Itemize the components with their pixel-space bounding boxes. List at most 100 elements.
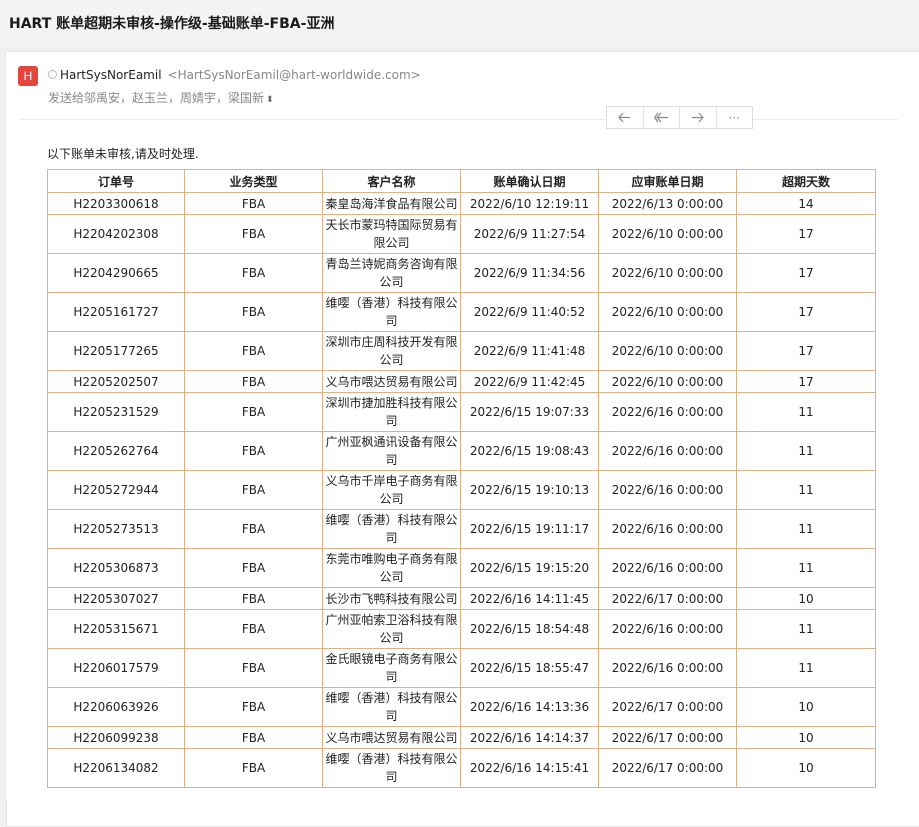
cell-type: FBA [184, 748, 323, 788]
reply-icon [618, 112, 631, 123]
mail-subject: HART 账单超期未审核-操作级-基础账单-FBA-亚洲 [9, 16, 335, 32]
cell-order: H2206099238 [47, 726, 185, 749]
cell-review-date: 2022/6/13 0:00:00 [598, 192, 737, 215]
table-row: H2205161727 FBA 维嘤（香港）科技有限公司 2022/6/9 11:40… [47, 292, 876, 332]
cell-review-date: 2022/6/16 0:00:00 [598, 392, 737, 432]
cell-confirm-date: 2022/6/15 19:08:43 [460, 431, 599, 471]
cell-overdue-days: 11 [736, 509, 876, 549]
cell-overdue-days: 17 [736, 253, 876, 293]
cell-type: FBA [184, 253, 323, 293]
forward-icon [692, 112, 705, 123]
sender-name[interactable]: HartSysNorEamil [60, 68, 162, 82]
cell-type: FBA [184, 726, 323, 749]
cell-confirm-date: 2022/6/15 18:54:48 [460, 609, 599, 649]
cell-customer: 维嘤（香港）科技有限公司 [322, 292, 461, 332]
table-row: H2205262764 FBA 广州亚枫通讯设备有限公司 2022/6/15 19:0… [47, 431, 876, 471]
cell-confirm-date: 2022/6/9 11:40:52 [460, 292, 599, 332]
cell-overdue-days: 14 [736, 192, 876, 215]
table-row: H2204290665 FBA 青岛兰诗妮商务咨询有限公司 2022/6/9 11:3… [47, 253, 876, 293]
cell-confirm-date: 2022/6/16 14:14:37 [460, 726, 599, 749]
cell-type: FBA [184, 392, 323, 432]
header-type: 业务类型 [184, 169, 323, 193]
cell-customer: 维嘤（香港）科技有限公司 [322, 509, 461, 549]
cell-confirm-date: 2022/6/9 11:27:54 [460, 214, 599, 254]
cell-review-date: 2022/6/10 0:00:00 [598, 331, 737, 371]
recipients-row[interactable]: 发送给邬禹安，赵玉兰，周婧宇，梁国新 ⬍ [48, 89, 274, 106]
sender-email[interactable]: <HartSysNorEamil@hart-worldwide.com> [168, 68, 421, 82]
cell-overdue-days: 10 [736, 587, 876, 610]
table-row: H2205307027 FBA 长沙市飞鸭科技有限公司 2022/6/16 14:11… [47, 587, 876, 610]
cell-customer: 深圳市庄周科技开发有限公司 [322, 331, 461, 371]
cell-confirm-date: 2022/6/9 11:42:45 [460, 370, 599, 393]
cell-overdue-days: 11 [736, 548, 876, 588]
cell-review-date: 2022/6/10 0:00:00 [598, 370, 737, 393]
cell-order: H2205272944 [47, 470, 185, 510]
cell-customer: 义乌市喂达贸易有限公司 [322, 370, 461, 393]
cell-order: H2206017579 [47, 648, 185, 688]
cell-review-date: 2022/6/16 0:00:00 [598, 509, 737, 549]
cell-order: H2205177265 [47, 331, 185, 371]
recipients-text: 发送给邬禹安，赵玉兰，周婧宇，梁国新 [48, 91, 265, 105]
cell-overdue-days: 17 [736, 214, 876, 254]
cell-customer: 广州亚枫通讯设备有限公司 [322, 431, 461, 471]
cell-order: H2205306873 [47, 548, 185, 588]
reply-all-icon [653, 112, 668, 123]
cell-type: FBA [184, 292, 323, 332]
cell-confirm-date: 2022/6/15 19:10:13 [460, 470, 599, 510]
bill-table: 订单号 业务类型 客户名称 账单确认日期 应审账单日期 超期天数 H220330… [47, 169, 876, 788]
title-bar: HART 账单超期未审核-操作级-基础账单-FBA-亚洲 [0, 0, 919, 48]
cell-review-date: 2022/6/17 0:00:00 [598, 687, 737, 727]
cell-confirm-date: 2022/6/9 11:41:48 [460, 331, 599, 371]
more-button[interactable]: ··· [717, 107, 753, 128]
cell-order: H2205262764 [47, 431, 185, 471]
reply-button[interactable] [607, 107, 644, 128]
table-header-row: 订单号 业务类型 客户名称 账单确认日期 应审账单日期 超期天数 [47, 169, 876, 193]
header-customer: 客户名称 [322, 169, 461, 193]
cell-order: H2205202507 [47, 370, 185, 393]
cell-review-date: 2022/6/17 0:00:00 [598, 726, 737, 749]
cell-confirm-date: 2022/6/15 19:07:33 [460, 392, 599, 432]
header-confirm-date: 账单确认日期 [460, 169, 599, 193]
cell-overdue-days: 10 [736, 687, 876, 727]
table-row: H2205273513 FBA 维嘤（香港）科技有限公司 2022/6/15 19:1… [47, 509, 876, 549]
cell-type: FBA [184, 509, 323, 549]
cell-overdue-days: 11 [736, 431, 876, 471]
cell-order: H2205273513 [47, 509, 185, 549]
mail-body-text: 以下账单未审核,请及时处理. [47, 147, 199, 161]
cell-confirm-date: 2022/6/16 14:11:45 [460, 587, 599, 610]
table-row: H2205231529 FBA 深圳市捷加胜科技有限公司 2022/6/15 19:0… [47, 392, 876, 432]
table-row: H2205177265 FBA 深圳市庄周科技开发有限公司 2022/6/9 11:4… [47, 331, 876, 371]
cell-review-date: 2022/6/10 0:00:00 [598, 292, 737, 332]
header-order: 订单号 [47, 169, 185, 193]
table-row: H2206017579 FBA 金氏眼镜电子商务有限公司 2022/6/15 18:5… [47, 648, 876, 688]
cell-customer: 义乌市千岸电子商务有限公司 [322, 470, 461, 510]
expand-recipients-icon[interactable]: ⬍ [266, 95, 274, 105]
cell-overdue-days: 10 [736, 748, 876, 788]
mail-actions-toolbar: ··· [606, 106, 753, 129]
cell-order: H2205161727 [47, 292, 185, 332]
reply-all-button[interactable] [644, 107, 680, 128]
table-row: H2206099238 FBA 义乌市喂达贸易有限公司 2022/6/16 14:14… [47, 726, 876, 749]
cell-review-date: 2022/6/16 0:00:00 [598, 470, 737, 510]
forward-button[interactable] [680, 107, 717, 128]
cell-order: H2205315671 [47, 609, 185, 649]
cell-overdue-days: 17 [736, 292, 876, 332]
cell-customer: 维嘤（香港）科技有限公司 [322, 748, 461, 788]
cell-confirm-date: 2022/6/9 11:34:56 [460, 253, 599, 293]
cell-type: FBA [184, 470, 323, 510]
cell-customer: 广州亚帕索卫浴科技有限公司 [322, 609, 461, 649]
cell-customer: 长沙市飞鸭科技有限公司 [322, 587, 461, 610]
cell-overdue-days: 11 [736, 648, 876, 688]
cell-type: FBA [184, 587, 323, 610]
table-row: H2205272944 FBA 义乌市千岸电子商务有限公司 2022/6/15 19:… [47, 470, 876, 510]
cell-review-date: 2022/6/17 0:00:00 [598, 587, 737, 610]
cell-confirm-date: 2022/6/15 18:55:47 [460, 648, 599, 688]
cell-confirm-date: 2022/6/15 19:11:17 [460, 509, 599, 549]
cell-order: H2206063926 [47, 687, 185, 727]
cell-order: H2204290665 [47, 253, 185, 293]
cell-review-date: 2022/6/16 0:00:00 [598, 548, 737, 588]
cell-overdue-days: 11 [736, 392, 876, 432]
avatar: H [18, 66, 38, 86]
table-row: H2205306873 FBA 东莞市唯购电子商务有限公司 2022/6/15 19:… [47, 548, 876, 588]
cell-confirm-date: 2022/6/10 12:19:11 [460, 192, 599, 215]
